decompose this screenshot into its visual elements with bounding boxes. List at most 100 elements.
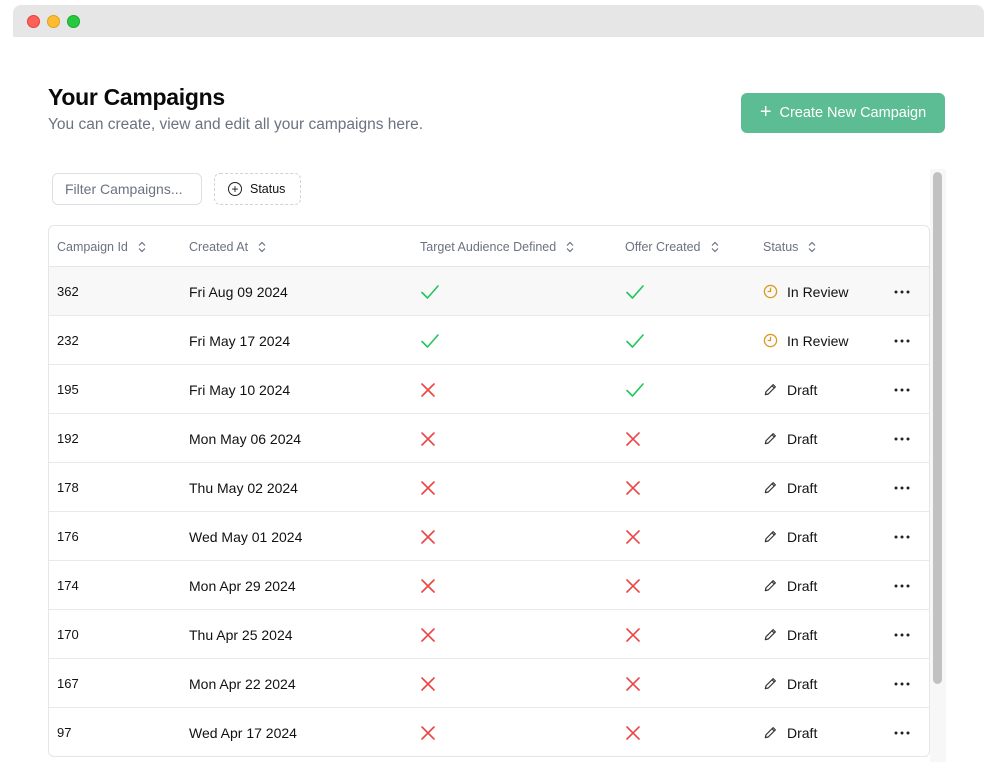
x-icon xyxy=(420,561,436,610)
status-label: Draft xyxy=(787,724,818,741)
x-icon xyxy=(625,512,641,561)
campaign-id: 167 xyxy=(57,676,79,691)
column-header-offer-created[interactable]: Offer Created xyxy=(625,226,719,267)
page-subtitle: You can create, view and edit all your c… xyxy=(48,116,424,133)
scrollbar-thumb[interactable] xyxy=(933,172,942,684)
status-cell: Draft xyxy=(763,463,817,512)
campaign-id: 176 xyxy=(57,529,79,544)
check-icon xyxy=(420,316,440,365)
x-icon xyxy=(420,708,436,756)
more-horizontal-icon[interactable] xyxy=(891,708,913,756)
x-icon xyxy=(420,365,436,414)
status-cell: Draft xyxy=(763,512,817,561)
x-icon xyxy=(625,659,641,708)
create-new-campaign-label: Create New Campaign xyxy=(779,105,927,121)
status-label: Draft xyxy=(787,528,818,545)
table-header: Campaign Id Created At Target Audience D… xyxy=(49,226,929,267)
more-horizontal-icon[interactable] xyxy=(891,414,913,463)
x-icon xyxy=(625,414,641,463)
table-row[interactable]: 192 Mon May 06 2024 Draft xyxy=(49,414,929,463)
column-header-created-at[interactable]: Created At xyxy=(189,226,266,267)
table-row[interactable]: 176 Wed May 01 2024 Draft xyxy=(49,512,929,561)
chevron-up-down-icon xyxy=(138,241,146,253)
more-horizontal-icon[interactable] xyxy=(891,267,913,316)
campaign-id: 170 xyxy=(57,627,79,642)
created-at: Mon Apr 29 2024 xyxy=(189,577,296,594)
x-icon xyxy=(625,561,641,610)
table-body: 362 Fri Aug 09 2024 In Review 232 Fri May 17… xyxy=(49,267,929,756)
column-header-campaign-id[interactable]: Campaign Id xyxy=(57,226,146,267)
check-icon xyxy=(625,365,645,414)
x-icon xyxy=(625,463,641,512)
created-at: Wed Apr 17 2024 xyxy=(189,724,297,741)
close-window-button[interactable] xyxy=(27,15,40,28)
column-header-target-audience[interactable]: Target Audience Defined xyxy=(420,226,574,267)
created-at: Fri May 10 2024 xyxy=(189,381,291,398)
table-row[interactable]: 195 Fri May 10 2024 Draft xyxy=(49,365,929,414)
clock-icon xyxy=(763,333,778,348)
column-header-label: Target Audience Defined xyxy=(420,239,557,254)
more-horizontal-icon[interactable] xyxy=(891,463,913,512)
plus-icon: + xyxy=(759,101,772,123)
table-row[interactable]: 170 Thu Apr 25 2024 Draft xyxy=(49,610,929,659)
column-header-status[interactable]: Status xyxy=(763,226,816,267)
created-at: Fri Aug 09 2024 xyxy=(189,283,288,300)
x-icon xyxy=(420,463,436,512)
minimize-window-button[interactable] xyxy=(47,15,60,28)
x-icon xyxy=(625,708,641,756)
column-header-label: Offer Created xyxy=(625,239,701,254)
table-row[interactable]: 97 Wed Apr 17 2024 Draft xyxy=(49,708,929,756)
table-row[interactable]: 232 Fri May 17 2024 In Review xyxy=(49,316,929,365)
more-horizontal-icon[interactable] xyxy=(891,512,913,561)
campaign-id: 97 xyxy=(57,725,72,740)
more-horizontal-icon[interactable] xyxy=(891,659,913,708)
campaign-id: 195 xyxy=(57,382,79,397)
campaigns-table: Campaign Id Created At Target Audience D… xyxy=(48,225,930,757)
pencil-icon xyxy=(763,578,778,593)
check-icon xyxy=(625,267,645,316)
chevron-up-down-icon xyxy=(566,241,574,253)
pencil-icon xyxy=(763,431,778,446)
status-cell: Draft xyxy=(763,414,817,463)
status-cell: Draft xyxy=(763,708,818,756)
status-label: Draft xyxy=(787,430,818,447)
created-at: Fri May 17 2024 xyxy=(189,332,291,349)
table-row[interactable]: 174 Mon Apr 29 2024 Draft xyxy=(49,561,929,610)
more-horizontal-icon[interactable] xyxy=(891,561,913,610)
window-titlebar xyxy=(13,5,984,37)
status-filter-button[interactable]: + Status xyxy=(214,173,301,205)
x-icon xyxy=(625,610,641,659)
status-label: In Review xyxy=(787,283,849,300)
created-at: Mon May 06 2024 xyxy=(189,430,302,447)
campaign-id: 174 xyxy=(57,578,79,593)
table-row[interactable]: 178 Thu May 02 2024 Draft xyxy=(49,463,929,512)
check-icon xyxy=(625,316,645,365)
plus-circle-icon: + xyxy=(228,182,242,196)
pencil-icon xyxy=(763,529,778,544)
status-label: Draft xyxy=(787,479,818,496)
more-horizontal-icon[interactable] xyxy=(891,316,913,365)
table-row[interactable]: 167 Mon Apr 22 2024 Draft xyxy=(49,659,929,708)
page-title: Your Campaigns xyxy=(48,84,225,110)
column-header-label: Status xyxy=(763,239,799,254)
table-row[interactable]: 362 Fri Aug 09 2024 In Review xyxy=(49,267,929,316)
status-filter-label: Status xyxy=(250,182,286,196)
pencil-icon xyxy=(763,676,778,691)
create-new-campaign-button[interactable]: + Create New Campaign xyxy=(741,93,945,133)
x-icon xyxy=(420,512,436,561)
status-cell: Draft xyxy=(763,610,817,659)
campaign-id: 178 xyxy=(57,480,79,495)
more-horizontal-icon[interactable] xyxy=(891,610,913,659)
column-header-label: Created At xyxy=(189,239,249,254)
check-icon xyxy=(420,267,440,316)
status-label: Draft xyxy=(787,626,818,643)
chevron-up-down-icon xyxy=(258,241,266,253)
campaign-id: 192 xyxy=(57,431,79,446)
filter-campaigns-input[interactable] xyxy=(52,173,202,205)
chevron-up-down-icon xyxy=(808,241,816,253)
more-horizontal-icon[interactable] xyxy=(891,365,913,414)
maximize-window-button[interactable] xyxy=(67,15,80,28)
created-at: Wed May 01 2024 xyxy=(189,528,303,545)
status-cell: Draft xyxy=(763,561,817,610)
chevron-up-down-icon xyxy=(711,241,719,253)
